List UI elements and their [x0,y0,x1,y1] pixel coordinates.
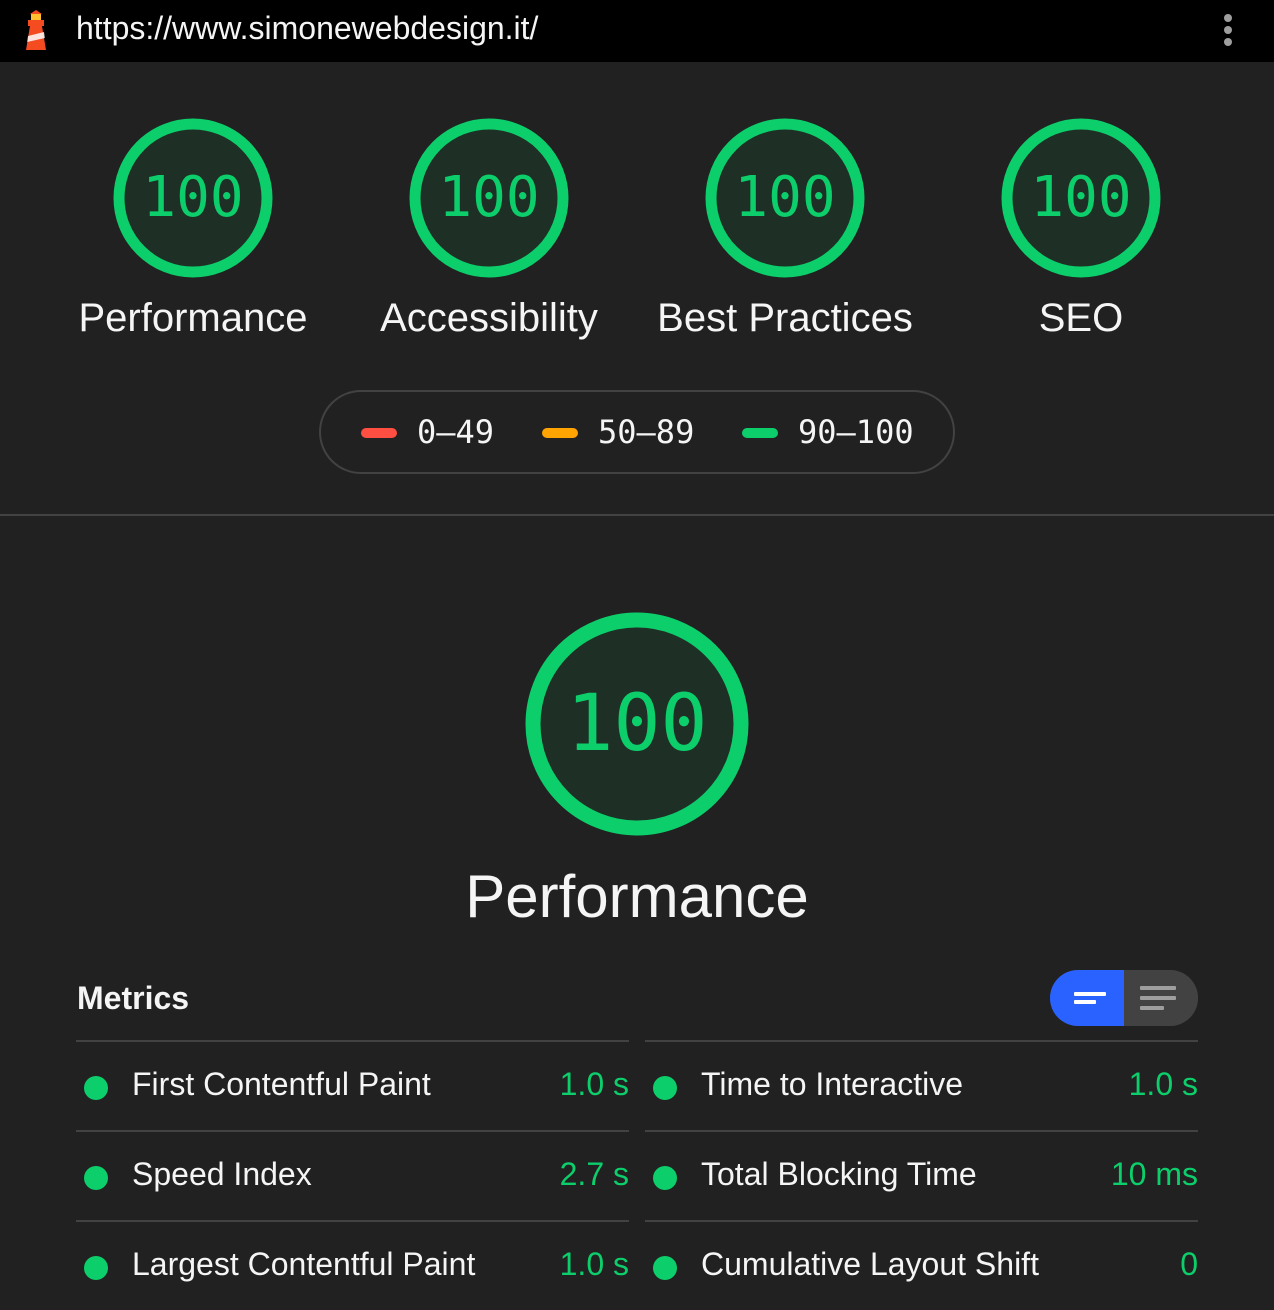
metric-value: 1.0 s [559,1066,629,1102]
performance-gauge: 100 [525,612,749,836]
pass-dot-icon [84,1256,108,1280]
metric-name: First Contentful Paint [132,1066,431,1102]
pass-dot-icon [653,1256,677,1280]
metric-name: Speed Index [132,1156,312,1192]
lighthouse-icon [26,10,46,50]
metric-time-to-interactive: Time to Interactive 1.0 s [645,1040,1198,1130]
metric-total-blocking-time: Total Blocking Time 10 ms [645,1130,1198,1220]
legend-range: 50–89 [598,413,695,451]
pass-dot-icon [653,1166,677,1190]
legend-range: 90–100 [798,413,914,451]
metric-largest-contentful-paint: Largest Contentful Paint 1.0 s [76,1220,629,1310]
page-url: https://www.simonewebdesign.it/ [76,10,539,46]
metric-name: Total Blocking Time [701,1156,977,1192]
metric-name: Cumulative Layout Shift [701,1246,1039,1282]
metrics-view-toggle [1050,970,1198,1026]
pass-dot-icon [84,1076,108,1100]
metric-name: Time to Interactive [701,1066,964,1102]
gauge-score: 100 [142,165,244,230]
average-swatch-icon [542,428,578,438]
gauge-best-practices[interactable]: 100 Best Practices [635,118,935,358]
gauge-score: 100 [1030,165,1132,230]
metric-name: Largest Contentful Paint [132,1246,476,1282]
metric-cumulative-layout-shift: Cumulative Layout Shift 0 [645,1220,1198,1310]
gauge-score: 100 [438,165,540,230]
fail-swatch-icon [361,428,397,438]
gauge-accessibility[interactable]: 100 Accessibility [339,118,639,358]
gauge-label: Performance [78,296,308,340]
performance-title: Performance [465,863,809,930]
score-legend: 0–49 50–89 90–100 [319,390,955,474]
gauge-score: 100 [734,165,836,230]
gauge-performance[interactable]: 100 Performance [43,118,343,358]
top-bar: https://www.simonewebdesign.it/ [0,0,1274,62]
metric-first-contentful-paint: First Contentful Paint 1.0 s [76,1040,629,1130]
legend-range: 0–49 [417,413,495,451]
expanded-view-icon[interactable] [1124,970,1198,1026]
section-divider [0,514,1274,516]
gauge-seo[interactable]: 100 SEO [931,118,1231,358]
metric-value: 10 ms [1110,1156,1198,1192]
compact-view-icon[interactable] [1050,970,1124,1026]
pass-dot-icon [84,1166,108,1190]
gauge-label: Accessibility [380,296,598,340]
category-gauges: 100 Performance 100 Accessibility 100 Be… [0,118,1274,358]
pass-dot-icon [653,1076,677,1100]
metric-value: 1.0 s [1128,1066,1198,1102]
metric-speed-index: Speed Index 2.7 s [76,1130,629,1220]
metric-value: 0 [1180,1246,1198,1282]
gauge-label: Best Practices [657,296,913,340]
performance-score: 100 [566,679,708,769]
more-vert-icon[interactable] [1216,12,1240,48]
metric-value: 1.0 s [559,1246,629,1282]
metric-value: 2.7 s [559,1156,629,1192]
pass-swatch-icon [742,428,778,438]
metrics-title: Metrics [77,980,190,1016]
gauge-label: SEO [1038,296,1124,340]
